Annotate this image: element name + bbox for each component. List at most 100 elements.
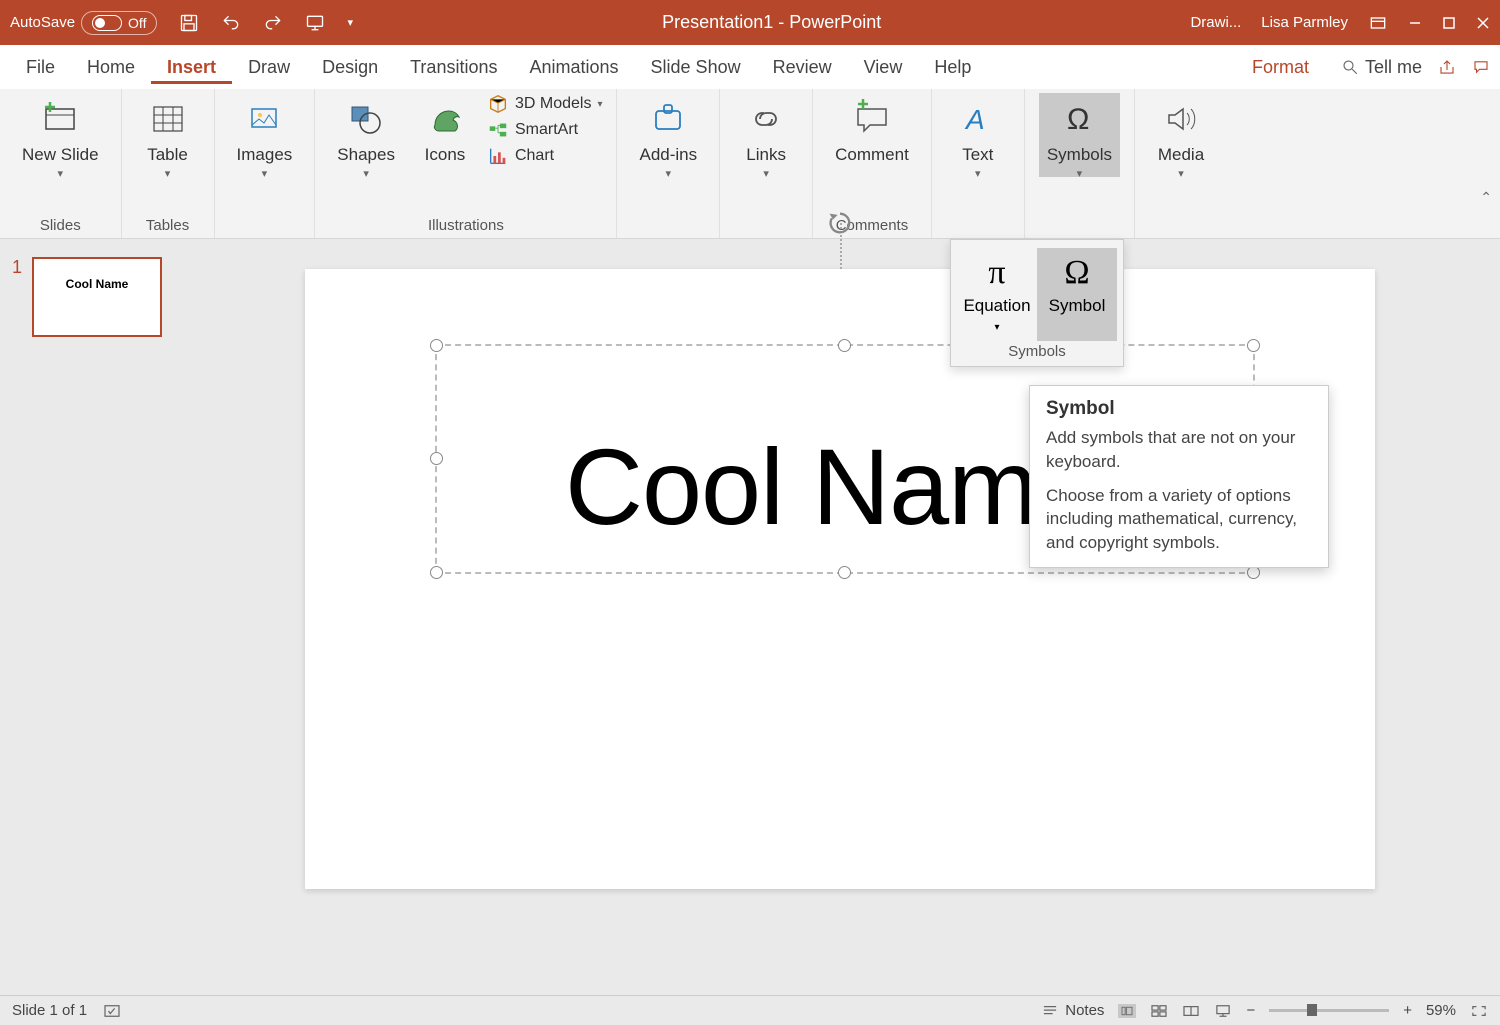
omega-icon: Ω <box>1059 99 1099 139</box>
table-icon <box>148 99 188 139</box>
spellcheck-icon[interactable] <box>103 1004 121 1018</box>
smartart-button[interactable]: SmartArt <box>487 119 603 141</box>
reading-view-icon[interactable] <box>1182 1004 1200 1018</box>
group-slides-label: Slides <box>40 217 81 236</box>
zoom-in-button[interactable]: + <box>1403 1002 1412 1019</box>
pi-icon: π <box>988 256 1005 290</box>
comments-icon[interactable] <box>1472 58 1490 76</box>
group-illustrations-label: Illustrations <box>428 217 504 236</box>
text-button[interactable]: A Text▾ <box>946 93 1010 177</box>
workspace: 1 Cool Name Cool Name <box>0 239 1500 995</box>
sorter-view-icon[interactable] <box>1150 1004 1168 1018</box>
save-icon[interactable] <box>179 13 199 33</box>
symbol-tooltip: Symbol Add symbols that are not on your … <box>1029 385 1329 568</box>
resize-handle[interactable] <box>430 566 443 579</box>
contextual-tab-label: Drawi... <box>1190 14 1241 31</box>
symbols-button[interactable]: Ω Symbols▾ <box>1039 93 1120 177</box>
slideshow-icon[interactable] <box>305 13 325 33</box>
symbol-button[interactable]: Ω Symbol <box>1037 248 1117 341</box>
minimize-icon[interactable] <box>1408 16 1422 30</box>
autosave-label: AutoSave <box>10 14 75 31</box>
rotate-handle[interactable] <box>826 209 854 242</box>
new-slide-icon <box>40 99 80 139</box>
symbols-dropdown: π Equation▾ Ω Symbol Symbols Symbol Add … <box>950 239 1124 367</box>
svg-text:A: A <box>964 104 985 135</box>
tab-view[interactable]: View <box>848 51 919 84</box>
chart-button[interactable]: Chart <box>487 145 603 167</box>
resize-handle[interactable] <box>838 566 851 579</box>
status-bar: Slide 1 of 1 Notes − + 59% <box>0 995 1500 1025</box>
zoom-level[interactable]: 59% <box>1426 1002 1456 1019</box>
addins-button[interactable]: Add-ins▾ <box>631 93 705 177</box>
tab-transitions[interactable]: Transitions <box>394 51 513 84</box>
collapse-ribbon-icon[interactable]: ⌃ <box>1480 189 1492 206</box>
notes-button[interactable]: Notes <box>1041 1002 1104 1019</box>
tab-slideshow[interactable]: Slide Show <box>635 51 757 84</box>
3d-models-button[interactable]: 3D Models▾ <box>487 93 603 115</box>
tab-help[interactable]: Help <box>918 51 987 84</box>
account-name[interactable]: Lisa Parmley <box>1261 14 1348 31</box>
title-bar: AutoSave Off ▾ Presentation1 - PowerPoin… <box>0 0 1500 45</box>
images-button[interactable]: Images▾ <box>229 93 301 177</box>
tab-design[interactable]: Design <box>306 51 394 84</box>
group-tables-label: Tables <box>146 217 189 236</box>
undo-icon[interactable] <box>221 13 241 33</box>
ribbon: New Slide▾ Slides Table▾ Tables Images▾ … <box>0 89 1500 239</box>
resize-handle[interactable] <box>1247 339 1260 352</box>
window-title: Presentation1 - PowerPoint <box>353 12 1190 33</box>
search-icon <box>1341 58 1359 76</box>
title-text[interactable]: Cool Name <box>565 424 1096 549</box>
zoom-out-button[interactable]: − <box>1246 1002 1255 1019</box>
media-button[interactable]: Media▾ <box>1149 93 1213 177</box>
share-icon[interactable] <box>1438 58 1456 76</box>
shapes-button[interactable]: Shapes▾ <box>329 93 403 177</box>
equation-button[interactable]: π Equation▾ <box>957 248 1037 341</box>
tooltip-line: Add symbols that are not on your keyboar… <box>1046 426 1312 474</box>
icons-button[interactable]: Icons <box>413 93 477 165</box>
resize-handle[interactable] <box>838 339 851 352</box>
autosave-toggle[interactable]: Off <box>81 11 157 35</box>
slide-canvas[interactable]: Cool Name <box>200 239 1500 995</box>
cube-icon <box>487 93 509 115</box>
smartart-icon <box>487 119 509 141</box>
dropdown-group-label: Symbols <box>957 341 1117 362</box>
images-icon <box>244 99 284 139</box>
slide-thumbnail[interactable]: Cool Name <box>32 257 162 337</box>
thumb-number: 1 <box>12 257 22 337</box>
maximize-icon[interactable] <box>1442 16 1456 30</box>
chart-icon <box>487 145 509 167</box>
tab-insert[interactable]: Insert <box>151 51 232 84</box>
shapes-icon <box>346 99 386 139</box>
addins-icon <box>648 99 688 139</box>
tab-review[interactable]: Review <box>757 51 848 84</box>
close-icon[interactable] <box>1476 16 1490 30</box>
tab-file[interactable]: File <box>10 51 71 84</box>
speaker-icon <box>1161 99 1201 139</box>
normal-view-icon[interactable] <box>1118 1004 1136 1018</box>
redo-icon[interactable] <box>263 13 283 33</box>
link-icon <box>746 99 786 139</box>
tell-me-search[interactable]: Tell me <box>1341 57 1422 78</box>
tab-animations[interactable]: Animations <box>513 51 634 84</box>
resize-handle[interactable] <box>430 452 443 465</box>
zoom-slider[interactable] <box>1269 1009 1389 1012</box>
tab-home[interactable]: Home <box>71 51 151 84</box>
links-button[interactable]: Links▾ <box>734 93 798 177</box>
table-button[interactable]: Table▾ <box>136 93 200 177</box>
tooltip-line: Choose from a variety of options includi… <box>1046 484 1312 555</box>
tab-draw[interactable]: Draw <box>232 51 306 84</box>
slide-counter[interactable]: Slide 1 of 1 <box>12 1002 87 1019</box>
tooltip-title: Symbol <box>1046 398 1312 420</box>
notes-icon <box>1041 1004 1059 1018</box>
tab-format[interactable]: Format <box>1236 51 1325 84</box>
ribbon-display-icon[interactable] <box>1368 13 1388 33</box>
comment-button[interactable]: Comment <box>827 93 917 165</box>
rotate-icon <box>826 209 854 237</box>
fit-to-window-icon[interactable] <box>1470 1004 1488 1018</box>
new-slide-button[interactable]: New Slide▾ <box>14 93 107 177</box>
slide[interactable]: Cool Name <box>305 269 1375 889</box>
slideshow-view-icon[interactable] <box>1214 1004 1232 1018</box>
svg-text:Ω: Ω <box>1067 103 1089 136</box>
resize-handle[interactable] <box>430 339 443 352</box>
autosave-state: Off <box>128 15 146 31</box>
